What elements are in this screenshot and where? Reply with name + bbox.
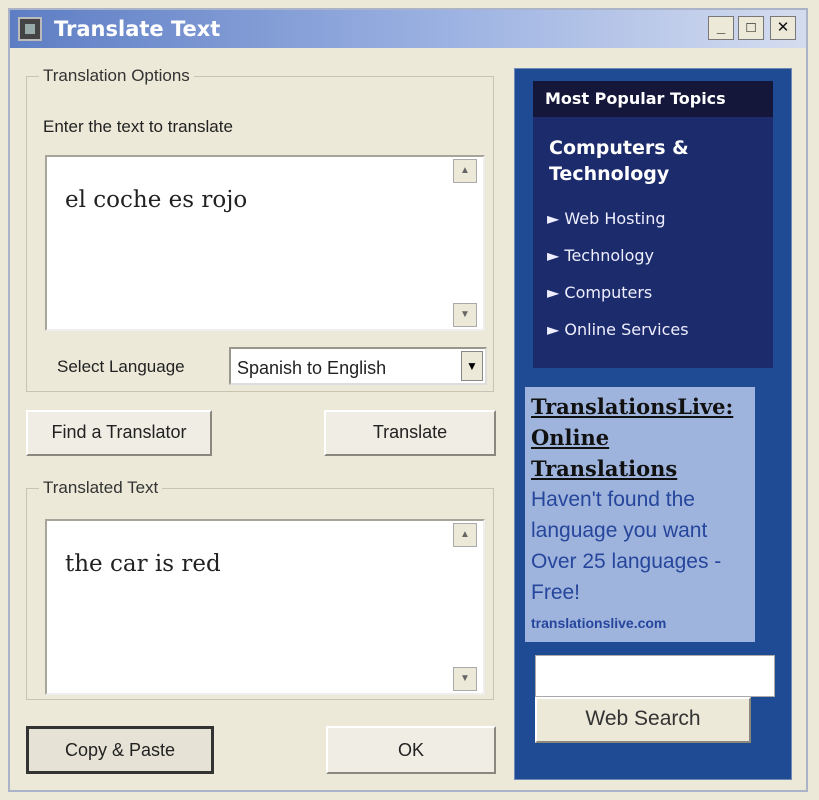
scroll-up-icon[interactable]: ▲: [453, 159, 477, 183]
web-search-button[interactable]: Web Search: [535, 697, 751, 743]
source-text: el coche es rojo: [65, 187, 248, 213]
find-translator-button[interactable]: Find a Translator: [26, 410, 212, 456]
ad-body: Haven't found the language you want Over…: [531, 488, 722, 604]
translation-options-title: Translation Options: [39, 66, 194, 86]
title-bar[interactable]: Translate Text _ □ ✕: [10, 10, 806, 48]
topic-label: Online Services: [564, 320, 689, 339]
topic-item[interactable]: ► Computers: [547, 283, 652, 302]
scroll-down-icon[interactable]: ▼: [453, 303, 477, 327]
window-title: Translate Text: [54, 17, 221, 41]
topic-label: Web Hosting: [564, 209, 666, 228]
language-select[interactable]: Spanish to English ▼: [229, 347, 487, 385]
chevron-down-icon[interactable]: ▼: [461, 351, 483, 381]
maximize-button[interactable]: □: [738, 16, 764, 40]
scroll-down-icon[interactable]: ▼: [453, 667, 477, 691]
ad-url-link[interactable]: translationslive.com: [531, 615, 666, 631]
translate-button[interactable]: Translate: [324, 410, 496, 456]
ok-button[interactable]: OK: [326, 726, 496, 774]
sidebar-panel: Most Popular Topics Computers & Technolo…: [514, 68, 792, 780]
translated-text: the car is red: [65, 551, 221, 577]
language-label: Select Language: [57, 357, 185, 376]
translated-text-title: Translated Text: [39, 478, 163, 498]
close-button[interactable]: ✕: [770, 16, 796, 40]
minimize-button[interactable]: _: [708, 16, 734, 40]
topic-category[interactable]: Computers & Technology: [549, 135, 769, 187]
translate-window: Translate Text _ □ ✕ Translation Options…: [8, 8, 808, 792]
topic-item[interactable]: ► Technology: [547, 246, 654, 265]
translated-text-area[interactable]: the car is red ▲ ▼: [45, 519, 485, 695]
language-select-value: Spanish to English: [237, 358, 387, 378]
scroll-up-icon[interactable]: ▲: [453, 523, 477, 547]
source-text-area[interactable]: el coche es rojo ▲ ▼: [45, 155, 485, 331]
topic-item[interactable]: ► Web Hosting: [547, 209, 666, 228]
web-search-input[interactable]: [535, 655, 775, 697]
translated-text-group: Translated Text the car is red ▲ ▼: [26, 478, 494, 700]
ad-panel: TranslationsLive: Online Translations Ha…: [525, 387, 755, 642]
topic-label: Computers: [564, 283, 653, 302]
popular-topics-header: Most Popular Topics: [533, 81, 773, 117]
topic-item[interactable]: ► Online Services: [547, 320, 689, 339]
input-label: Enter the text to translate: [43, 117, 233, 136]
translation-options-group: Translation Options Enter the text to tr…: [26, 66, 494, 392]
copy-paste-button[interactable]: Copy & Paste: [26, 726, 214, 774]
popular-topics-panel: Most Popular Topics Computers & Technolo…: [533, 81, 773, 368]
topic-label: Technology: [564, 246, 655, 265]
app-icon: [18, 17, 42, 41]
ad-title-link[interactable]: TranslationsLive: Online Translations: [531, 391, 751, 484]
